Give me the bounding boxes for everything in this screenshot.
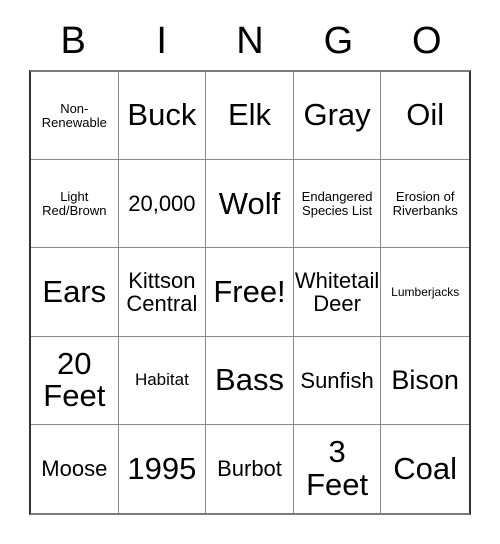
bingo-cell-label: Sunfish <box>300 367 374 393</box>
bingo-header-letter-i: I <box>156 20 167 62</box>
bingo-cell-i4[interactable]: Habitat <box>118 336 207 425</box>
bingo-cell-label: Whitetail Deer <box>294 267 380 316</box>
bingo-cell-n2[interactable]: Wolf <box>206 160 294 249</box>
bingo-cell-o2[interactable]: Erosion of Riverbanks <box>381 160 469 249</box>
bingo-cell-label: Coal <box>393 450 458 486</box>
bingo-cell-o1[interactable]: Oil <box>381 72 469 161</box>
bingo-cell-label: Elk <box>227 97 272 133</box>
bingo-cell-n5[interactable]: Burbot <box>206 424 294 513</box>
bingo-cell-b4[interactable]: 20 Feet <box>31 336 119 425</box>
bingo-cell-o3[interactable]: Lumberjacks <box>381 248 469 337</box>
bingo-cell-b2[interactable]: Light Red/Brown <box>31 160 119 249</box>
bingo-cell-i2[interactable]: 20,000 <box>118 160 207 249</box>
bingo-card: B I N G O Non- Renewable Buck Elk Gray O… <box>29 12 471 515</box>
bingo-cell-n1[interactable]: Elk <box>206 72 294 161</box>
bingo-cell-b3[interactable]: Ears <box>31 248 119 337</box>
bingo-cell-label: Oil <box>406 97 445 133</box>
bingo-cell-g4[interactable]: Sunfish <box>293 336 382 425</box>
bingo-cell-label: Buck <box>127 97 197 133</box>
bingo-cell-label: 1995 <box>127 450 197 486</box>
bingo-cell-label: Endangered Species List <box>301 189 373 218</box>
bingo-cell-g1[interactable]: Gray <box>293 72 382 161</box>
bingo-header-letter-n: N <box>236 20 264 62</box>
bingo-cell-label: Wolf <box>218 185 281 221</box>
bingo-cell-free-space[interactable]: Free! <box>206 248 294 337</box>
bingo-cell-label: Gray <box>303 97 371 133</box>
bingo-cell-n4[interactable]: Bass <box>206 336 294 425</box>
bingo-cell-label: Lumberjacks <box>391 284 460 299</box>
bingo-cell-g2[interactable]: Endangered Species List <box>293 160 382 249</box>
bingo-cell-label: Non- Renewable <box>41 100 107 130</box>
bingo-cell-label: Light Red/Brown <box>42 189 107 218</box>
bingo-cell-label: 3 Feet <box>306 434 369 502</box>
bingo-free-space-label: Free! <box>213 273 286 309</box>
bingo-header-letter-b: B <box>60 20 86 62</box>
bingo-cell-label: Bass <box>215 361 284 397</box>
bingo-cell-label: Burbot <box>217 456 282 482</box>
bingo-cell-g3[interactable]: Whitetail Deer <box>293 248 382 337</box>
bingo-cell-label: Habitat <box>134 370 189 390</box>
bingo-cell-o5[interactable]: Coal <box>381 424 469 513</box>
bingo-cell-label: Ears <box>42 273 107 309</box>
bingo-cell-label: 20,000 <box>128 191 196 217</box>
bingo-cell-label: Bison <box>391 365 459 396</box>
bingo-header-letter-o: O <box>412 20 442 62</box>
bingo-cell-i3[interactable]: Kittson Central <box>118 248 207 337</box>
bingo-cell-i1[interactable]: Buck <box>118 72 207 161</box>
bingo-cell-b5[interactable]: Moose <box>31 424 119 513</box>
bingo-cell-i5[interactable]: 1995 <box>118 424 207 513</box>
bingo-cell-b1[interactable]: Non- Renewable <box>31 72 119 161</box>
bingo-cell-label: Moose <box>41 456 108 482</box>
bingo-cell-g5[interactable]: 3 Feet <box>293 424 382 513</box>
bingo-header-letter-g: G <box>323 20 354 62</box>
bingo-cell-label: Kittson Central <box>126 267 198 316</box>
bingo-grid: Non- Renewable Buck Elk Gray Oil Light R… <box>29 70 471 515</box>
bingo-header-row: B I N G O <box>29 12 471 70</box>
bingo-cell-o4[interactable]: Bison <box>381 336 469 425</box>
bingo-cell-label: 20 Feet <box>43 345 106 414</box>
bingo-cell-label: Erosion of Riverbanks <box>392 189 458 218</box>
